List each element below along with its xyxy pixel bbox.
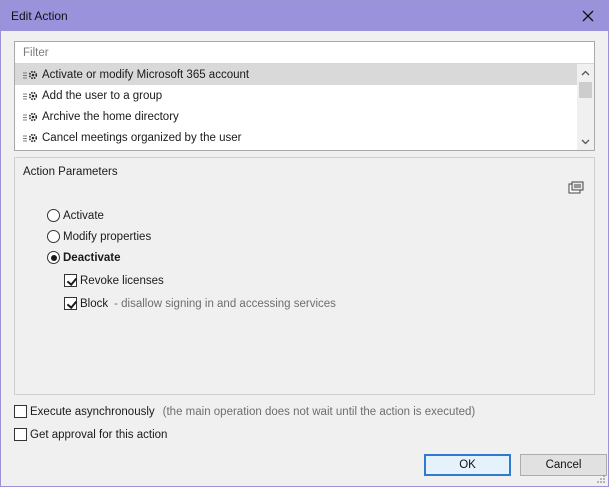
block-checkbox[interactable] [64, 297, 77, 310]
filter-input[interactable] [15, 42, 594, 64]
deactivate-label: Deactivate [63, 251, 121, 264]
modify-properties-radio-option[interactable]: Modify properties [47, 230, 151, 243]
block-hint: - disallow signing in and accessing serv… [114, 297, 336, 310]
list-scrollbar[interactable] [577, 64, 594, 150]
list-item-label: Archive the home directory [42, 110, 179, 123]
close-button[interactable] [568, 1, 608, 31]
close-icon [582, 10, 594, 22]
modify-properties-radio[interactable] [47, 230, 60, 243]
list-item[interactable]: Activate or modify Microsoft 365 account [15, 64, 577, 85]
ok-button[interactable]: OK [424, 454, 511, 476]
deactivate-radio[interactable] [47, 251, 60, 264]
gear-action-icon [23, 91, 38, 100]
list-item[interactable]: Archive the home directory [15, 106, 577, 127]
block-label: Block [80, 297, 109, 310]
edit-action-dialog: Edit Action Activate or modify Microsoft… [0, 0, 609, 487]
list-item[interactable]: Cancel meetings organized by the user [15, 127, 577, 148]
chevron-up-icon [581, 70, 590, 75]
action-parameters-panel: Action Parameters Activate Modify proper… [14, 157, 595, 395]
execute-async-checkbox[interactable] [14, 405, 27, 418]
list-item-label: Cancel meetings organized by the user [42, 131, 242, 144]
gear-action-icon [23, 112, 38, 121]
activate-radio[interactable] [47, 209, 60, 222]
list-item[interactable]: Add the user to a group [15, 85, 577, 106]
get-approval-option[interactable]: Get approval for this action [14, 428, 167, 441]
gear-action-icon [23, 133, 38, 142]
scroll-thumb[interactable] [579, 82, 592, 98]
chevron-down-icon [581, 139, 590, 144]
gear-action-icon [23, 70, 38, 79]
modify-properties-label: Modify properties [63, 230, 152, 243]
block-option[interactable]: Block - disallow signing in and accessin… [64, 297, 336, 310]
list-item-label: Activate or modify Microsoft 365 account [42, 68, 250, 81]
execute-async-option[interactable]: Execute asynchronously (the main operati… [14, 405, 475, 418]
cancel-button[interactable]: Cancel [520, 454, 607, 476]
scroll-down-button[interactable] [577, 133, 594, 150]
window-title: Edit Action [11, 9, 68, 23]
revoke-licenses-option[interactable]: Revoke licenses [64, 274, 164, 287]
title-bar: Edit Action [1, 1, 608, 31]
parameters-options-icon[interactable] [568, 181, 584, 195]
revoke-licenses-checkbox[interactable] [64, 274, 77, 287]
get-approval-label: Get approval for this action [30, 428, 168, 441]
activate-label: Activate [63, 209, 104, 222]
get-approval-checkbox[interactable] [14, 428, 27, 441]
revoke-licenses-label: Revoke licenses [80, 274, 164, 287]
list-item-label: Add the user to a group [42, 89, 163, 102]
scroll-up-button[interactable] [577, 64, 594, 81]
deactivate-radio-option[interactable]: Deactivate [47, 251, 121, 264]
actions-list-box: Activate or modify Microsoft 365 account… [14, 41, 595, 151]
action-parameters-title: Action Parameters [23, 166, 118, 178]
resize-grip-icon[interactable] [596, 474, 606, 484]
execute-async-label: Execute asynchronously [30, 405, 155, 418]
execute-async-hint: (the main operation does not wait until … [162, 405, 476, 418]
activate-radio-option[interactable]: Activate [47, 209, 104, 222]
actions-list: Activate or modify Microsoft 365 account… [15, 64, 577, 148]
